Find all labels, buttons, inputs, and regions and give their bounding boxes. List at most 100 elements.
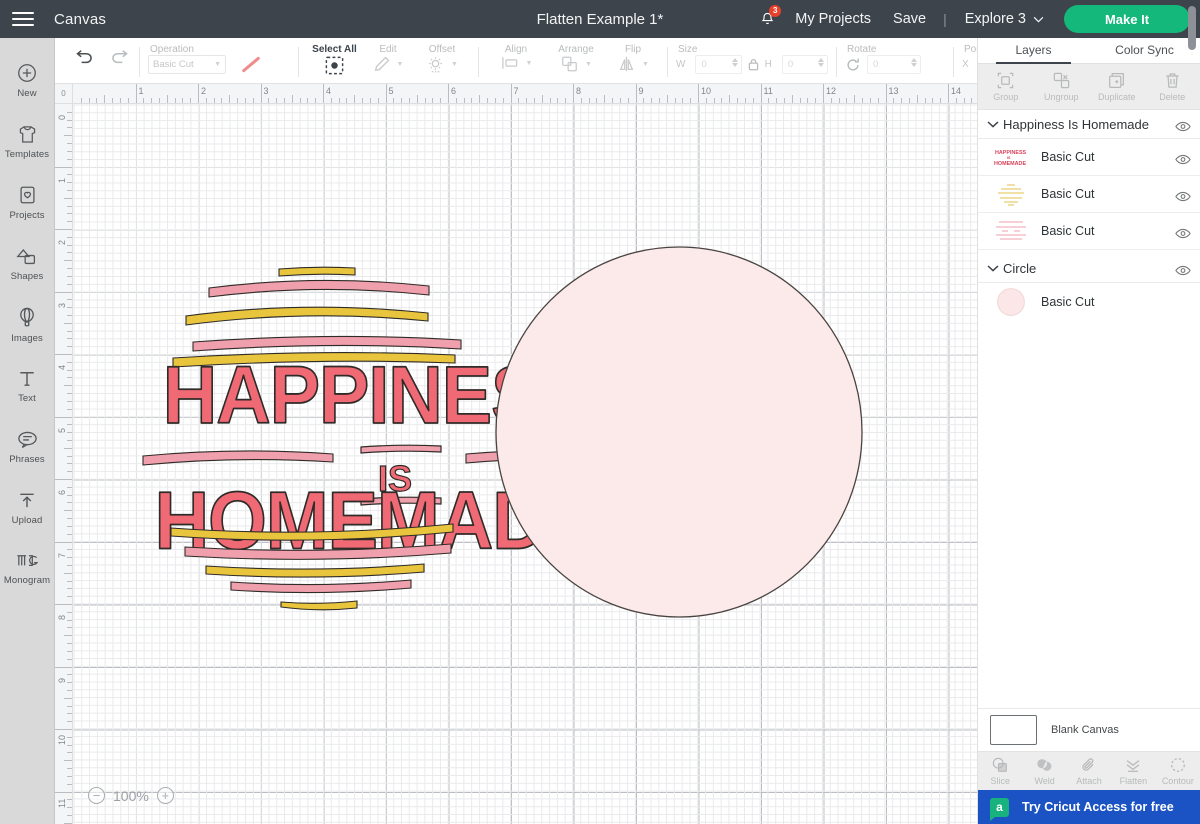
ruler-tick-minor	[67, 432, 72, 434]
vertical-ruler[interactable]: 0 1 2 3 4 5 6 7 8 9 10 11	[55, 104, 73, 824]
sidebar-item-shapes[interactable]: Shapes	[0, 233, 55, 294]
operation-group: Operation Basic Cut ▼	[148, 38, 290, 84]
sidebar-item-images[interactable]: Images	[0, 294, 55, 355]
sidebar-label-images: Images	[11, 332, 43, 344]
duplicate-button[interactable]: Duplicate	[1089, 64, 1145, 109]
operation-color-swatch[interactable]	[241, 56, 261, 73]
undo-button[interactable]	[73, 49, 94, 66]
ruler-tick-minor	[893, 98, 895, 103]
select-all-button[interactable]	[324, 55, 345, 76]
ruler-tick-minor	[346, 98, 348, 103]
arrange-caret-icon[interactable]: ▼	[585, 61, 592, 68]
offset-caret-icon[interactable]: ▼	[451, 61, 458, 68]
eye-icon[interactable]	[1175, 226, 1191, 238]
flip-button[interactable]	[617, 55, 636, 73]
canvas-color-swatch[interactable]	[990, 715, 1037, 745]
eye-icon[interactable]	[1175, 119, 1191, 131]
eye-icon[interactable]	[1175, 152, 1191, 164]
layer-row-circle[interactable]: Basic Cut	[978, 283, 1200, 320]
pink-circle-shape[interactable]	[495, 246, 863, 618]
my-projects-link[interactable]: My Projects	[784, 11, 882, 27]
group-button[interactable]: Group	[978, 64, 1034, 109]
size-lock-button[interactable]	[748, 58, 759, 71]
redo-button[interactable]	[110, 49, 131, 66]
ruler-label: 2	[201, 86, 207, 96]
width-stepper[interactable]	[731, 58, 738, 67]
flatten-button[interactable]: Flatten	[1111, 756, 1155, 786]
eye-icon[interactable]	[1175, 189, 1191, 201]
layer-row-lettering[interactable]: HAPPINESS IS HOMEMADE Basic Cut	[978, 139, 1200, 176]
sidebar-item-monogram[interactable]: Monogram	[0, 538, 55, 599]
sidebar-item-upload[interactable]: Upload	[0, 477, 55, 538]
zoom-out-button[interactable]: −	[88, 787, 105, 804]
tab-color-sync[interactable]: Color Sync	[1089, 38, 1200, 63]
weld-label: Weld	[1034, 776, 1055, 786]
rotate-reset-button[interactable]	[845, 57, 861, 73]
weld-button[interactable]: Weld	[1022, 756, 1066, 786]
canvas-vertical-scrollbar[interactable]	[1188, 6, 1196, 50]
machine-selector[interactable]: Explore 3	[953, 11, 1050, 27]
ruler-tick-minor	[67, 408, 72, 410]
sidebar-item-new[interactable]: New	[0, 50, 55, 111]
undo-icon	[76, 50, 92, 64]
ruler-tick-minor	[88, 98, 90, 103]
chevron-down-icon	[1033, 16, 1044, 23]
save-button[interactable]: Save	[882, 11, 937, 27]
chevron-down-icon[interactable]	[987, 120, 1003, 128]
make-it-button[interactable]: Make It	[1064, 5, 1190, 33]
arrange-button[interactable]	[560, 55, 579, 73]
canvas-color-row[interactable]: Blank Canvas	[978, 708, 1200, 752]
ruler-tick-minor	[67, 127, 72, 129]
layer-group-happiness-is-homemade[interactable]: Happiness Is Homemade	[978, 110, 1200, 139]
deco-line-pink-4[interactable]	[230, 579, 412, 594]
eye-icon[interactable]	[1175, 263, 1191, 275]
edit-caret-icon[interactable]: ▼	[397, 61, 404, 68]
sidebar-item-templates[interactable]: Templates	[0, 111, 55, 172]
ungroup-button[interactable]: Ungroup	[1034, 64, 1090, 109]
sidebar-item-projects[interactable]: Projects	[0, 172, 55, 233]
canvas-label[interactable]: Canvas	[54, 11, 106, 28]
chevron-down-icon[interactable]	[987, 264, 1003, 272]
deco-line-yellow-2[interactable]	[185, 306, 429, 326]
contour-button[interactable]: Contour	[1156, 756, 1200, 786]
layer-row-pink-lines[interactable]: Basic Cut	[978, 213, 1200, 250]
tab-layers[interactable]: Layers	[978, 38, 1089, 64]
notifications-button[interactable]: 3	[750, 0, 784, 38]
height-stepper[interactable]	[818, 58, 824, 67]
cricut-access-promo[interactable]: a Try Cricut Access for free	[978, 790, 1200, 824]
rotate-input[interactable]: 0	[867, 55, 921, 74]
layer-row-yellow-lines[interactable]: Basic Cut	[978, 176, 1200, 213]
flip-caret-icon[interactable]: ▼	[642, 61, 649, 68]
horizontal-ruler[interactable]: 1 2 3 4 5 6 7 8 9 10 11 12 13 14	[73, 84, 977, 104]
zoom-in-button[interactable]: +	[156, 787, 174, 804]
deco-line-yellow-6[interactable]	[280, 600, 358, 611]
flip-label: Flip	[624, 44, 642, 55]
align-caret-icon[interactable]: ▼	[526, 60, 533, 67]
layer-group-circle[interactable]: Circle	[978, 254, 1200, 283]
sidebar-item-text[interactable]: Text	[0, 355, 55, 416]
delete-button[interactable]: Delete	[1145, 64, 1200, 109]
ruler-tick-minor	[67, 236, 72, 238]
hamburger-icon[interactable]	[0, 12, 46, 26]
operation-select[interactable]: Basic Cut ▼	[148, 55, 226, 74]
align-button[interactable]	[500, 55, 520, 71]
attach-button[interactable]: Attach	[1067, 756, 1111, 786]
slice-button[interactable]: Slice	[978, 756, 1022, 786]
x-label: X	[962, 59, 969, 70]
deco-line-yellow-1[interactable]	[278, 266, 356, 277]
ruler-tick-minor	[67, 650, 72, 652]
width-input[interactable]: 0	[695, 55, 742, 74]
rotate-stepper[interactable]	[911, 58, 917, 67]
ruler-tick-minor	[67, 486, 72, 488]
deco-line-pink-1[interactable]	[208, 279, 430, 298]
ruler-tick-minor	[682, 98, 684, 103]
contour-label: Contour	[1161, 776, 1194, 786]
height-input[interactable]: 0	[781, 55, 828, 74]
toolbar-divider-4	[667, 47, 668, 77]
edit-button[interactable]	[373, 55, 391, 73]
sidebar-item-phrases[interactable]: Phrases	[0, 416, 55, 477]
offset-button[interactable]	[426, 55, 445, 74]
design-canvas[interactable]: HAPPINESS IS HOMEMADE	[73, 104, 977, 824]
ruler-tick-minor	[729, 95, 731, 103]
layers-list[interactable]: Happiness Is Homemade HAPPINESS IS HOMEM…	[978, 110, 1200, 708]
